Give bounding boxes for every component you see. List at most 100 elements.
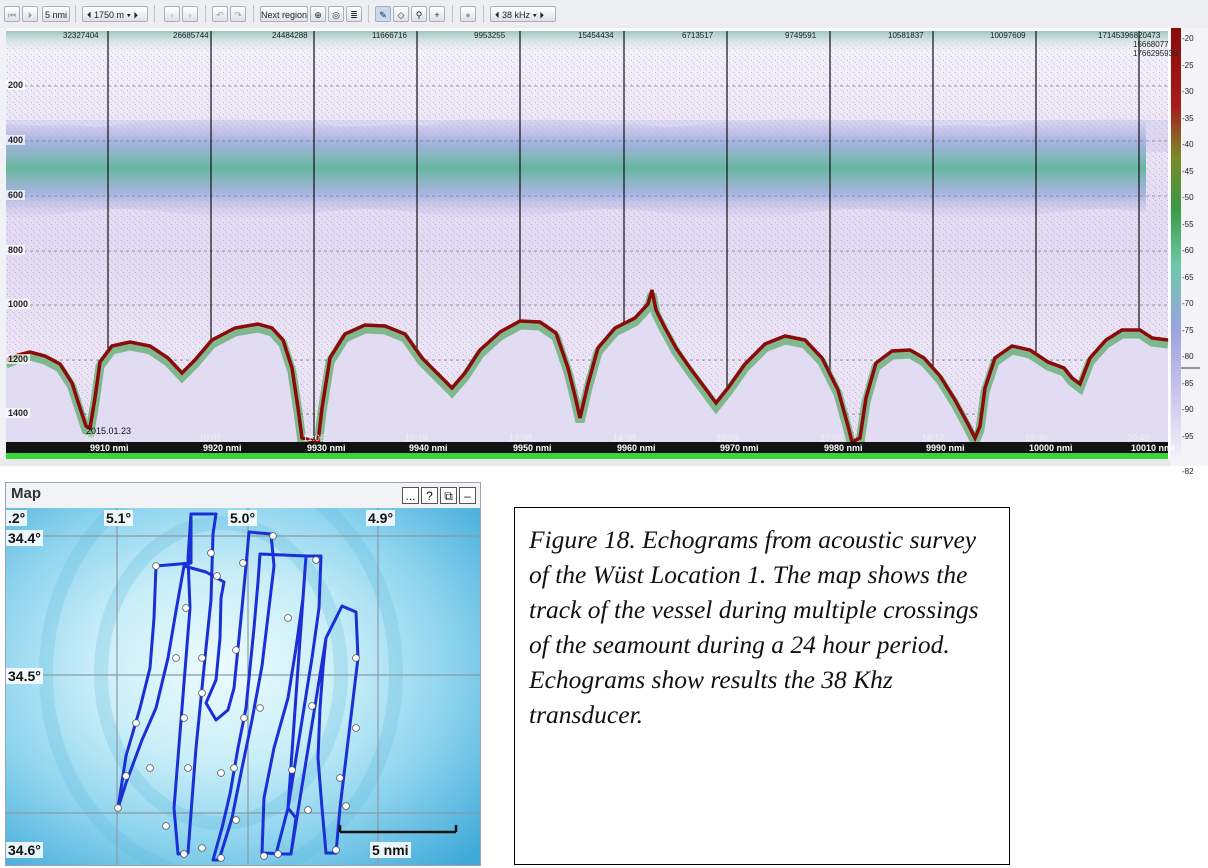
lon-label: 4.9° [366, 510, 396, 526]
color-scale-tick: -65 [1182, 272, 1194, 282]
back-icon[interactable]: ‹ [164, 6, 180, 22]
track-marker [198, 689, 206, 697]
track-marker [180, 850, 188, 858]
track-marker [232, 816, 240, 824]
track-marker [239, 559, 247, 567]
depth-selector[interactable]: ⏴ 1750 m ▾ ⏵ [82, 6, 148, 22]
zoom-tool-icon[interactable]: ⚲ [411, 6, 427, 22]
frequency-left-icon: ⏴ [495, 10, 500, 20]
forward-icon[interactable]: › [182, 6, 198, 22]
track-marker [240, 714, 248, 722]
next-region-button[interactable]: Next region [260, 6, 308, 22]
ping-number-label: 15668077 [1133, 40, 1169, 49]
track-marker [198, 844, 206, 852]
lon-label: 5.0° [228, 510, 258, 526]
toolbar-divider [253, 5, 254, 23]
lon-label: 5.1° [104, 510, 134, 526]
track-marker [162, 822, 170, 830]
track-marker [132, 719, 140, 727]
first-page-icon[interactable]: ⏮ [4, 6, 20, 22]
track-marker [260, 852, 268, 860]
color-scale-tick: -75 [1182, 325, 1194, 335]
map-panel: Map ... ? ⧉ – .2° 5.1° 5.0° 4.9° 34.4° 3… [5, 482, 481, 866]
range-button[interactable]: 5 nmi [42, 6, 70, 22]
track-marker [198, 654, 206, 662]
region-target-icon[interactable]: ⊕ [310, 6, 326, 22]
track-marker [304, 806, 312, 814]
ping-number-label: 6713517 [682, 31, 714, 40]
color-scale-tick: -25 [1182, 60, 1194, 70]
distance-tick-label: 9970 nmi [720, 443, 759, 453]
track-marker [114, 804, 122, 812]
ping-number-label: 1766295936 [1133, 49, 1178, 58]
track-marker [308, 702, 316, 710]
map-help-button[interactable]: ? [421, 487, 438, 504]
map-area[interactable]: .2° 5.1° 5.0° 4.9° 34.4° 34.5° 34.6° 5 n… [6, 508, 480, 865]
ping-number-label: 15454434 [578, 31, 614, 40]
map-canvas[interactable] [6, 508, 480, 865]
undo-icon[interactable]: ↶ [212, 6, 228, 22]
echogram-view[interactable]: 200 400 600 800 1000 1200 1400 32327404 2668574… [0, 28, 1208, 476]
track-marker [274, 850, 282, 858]
horizontal-scrollbar[interactable] [0, 459, 1208, 466]
toolbar-divider [205, 5, 206, 23]
toolbar-divider [75, 5, 76, 23]
track-marker [352, 654, 360, 662]
record-icon[interactable]: ● [460, 6, 476, 22]
track-marker [284, 614, 292, 622]
echogram-canvas[interactable] [0, 28, 1208, 466]
depth-tick-label: 1400 [6, 408, 31, 418]
erase-tool-icon[interactable]: ◇ [393, 6, 409, 22]
toolbar-divider [154, 5, 155, 23]
draw-tool-icon[interactable]: ✎ [375, 6, 391, 22]
time-tick-label: 11:06 [303, 433, 325, 443]
depth-tick-label: 200 [6, 80, 26, 90]
color-scale-tick: -50 [1182, 193, 1194, 202]
distance-tick-label: 9950 nmi [513, 443, 552, 453]
region-list-icon[interactable]: ≣ [346, 6, 362, 22]
map-minimize-button[interactable]: – [459, 487, 476, 504]
frequency-right-icon: ⏵ [539, 10, 544, 20]
lat-label: 34.4° [6, 530, 43, 546]
track-marker [256, 704, 264, 712]
frequency-selector[interactable]: ⏴ 38 kHz ▾ ⏵ [490, 6, 556, 22]
depth-tick-label: 800 [6, 245, 26, 255]
track-marker [230, 764, 238, 772]
region-select-icon[interactable]: ◎ [328, 6, 344, 22]
track-marker [122, 772, 130, 780]
color-scale-tick: -70 [1182, 299, 1194, 308]
crosshair-tool-icon[interactable]: + [429, 6, 445, 22]
map-undock-button[interactable]: ⧉ [440, 487, 457, 504]
prev-page-icon[interactable]: ⏵ [22, 6, 38, 22]
color-scale-bar[interactable] [1171, 28, 1181, 458]
time-tick-label: 17:03 [820, 433, 843, 443]
scale-label: 5 nmi [370, 842, 411, 858]
distance-tick-label: 9930 nmi [307, 443, 346, 453]
depth-tick-label: 600 [6, 190, 26, 200]
track-marker [352, 724, 360, 732]
track-marker [232, 646, 240, 654]
track-marker [288, 766, 296, 774]
ping-number-label: 11666716 [372, 31, 407, 40]
depth-tick-label: 1000 [6, 299, 31, 309]
time-tick-label: 13:28 [509, 433, 532, 443]
ping-number-label: 9953255 [474, 31, 506, 40]
redo-icon[interactable]: ↷ [230, 6, 246, 22]
track-marker [146, 764, 154, 772]
track-marker [269, 532, 277, 540]
depth-tick-label: 400 [6, 135, 26, 145]
time-tick-label: 19:30 [1025, 433, 1048, 443]
color-scale-tick: -20 [1182, 34, 1194, 43]
lat-label: 34.5° [6, 668, 43, 684]
lon-label: .2° [6, 510, 28, 526]
track-marker [207, 549, 215, 557]
time-bar [6, 442, 1168, 453]
map-options-button[interactable]: ... [402, 487, 419, 504]
map-title: Map [11, 485, 41, 502]
color-scale-tick: -85 [1182, 378, 1194, 388]
frequency-value: 38 kHz [502, 10, 531, 20]
color-scale-tick: -55 [1182, 219, 1194, 229]
distance-tick-label: 10010 nmi [1131, 443, 1175, 453]
figure-caption: Figure 18. Echograms from acoustic surve… [529, 525, 979, 729]
color-scale-tick: -45 [1182, 166, 1194, 176]
